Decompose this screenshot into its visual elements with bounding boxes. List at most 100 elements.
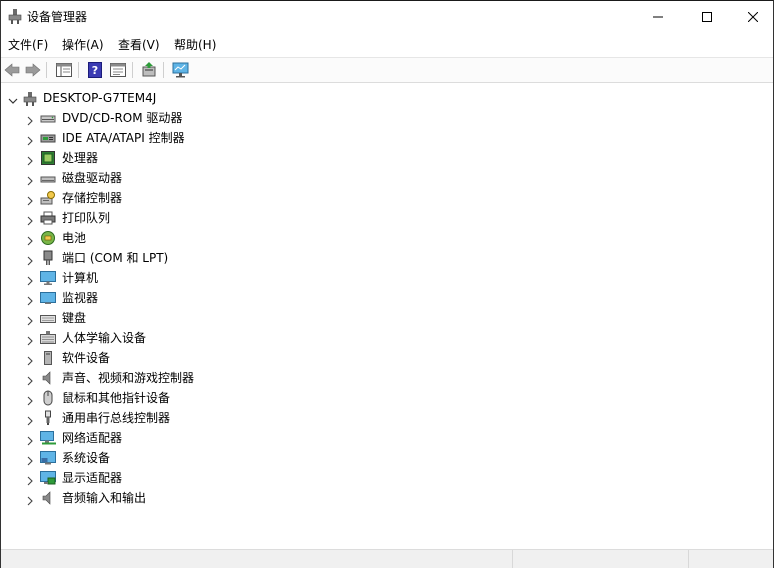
chevron-right-icon[interactable] (25, 172, 35, 186)
computer-root-icon (23, 91, 37, 106)
forward-button[interactable] (24, 61, 42, 79)
show-hide-console-tree-button[interactable] (55, 61, 73, 79)
close-icon (748, 12, 758, 22)
toolbar-separator (132, 62, 133, 78)
maximize-button[interactable] (684, 1, 730, 33)
system-device-icon (40, 450, 56, 466)
processor-icon (40, 150, 56, 166)
tree-node-label: IDE ATA/ATAPI 控制器 (62, 131, 185, 145)
device-tree: DESKTOP-G7TEM4J DVD/CD-ROM 驱动器 IDE ATA/A… (1, 83, 773, 548)
software-device-icon (40, 350, 56, 366)
menu-bar: 文件(F) 操作(A) 查看(V) 帮助(H) (1, 34, 773, 56)
chevron-right-icon[interactable] (25, 292, 35, 306)
chevron-right-icon[interactable] (25, 472, 35, 486)
scan-hardware-icon (172, 62, 189, 78)
menu-file[interactable]: 文件(F) (8, 37, 48, 53)
tree-node-hid[interactable]: 人体学输入设备 (1, 328, 401, 348)
tree-node-label: 监视器 (62, 291, 99, 305)
chevron-right-icon[interactable] (25, 412, 35, 426)
chevron-down-icon[interactable] (7, 92, 19, 104)
tree-node-storage[interactable]: 存储控制器 (1, 188, 401, 208)
tree-node-label: 系统设备 (62, 451, 111, 465)
tree-node-label: 人体学输入设备 (62, 331, 147, 345)
minimize-button[interactable] (635, 1, 681, 33)
forward-icon (25, 63, 41, 77)
svg-text:?: ? (92, 64, 98, 77)
chevron-right-icon[interactable] (25, 272, 35, 286)
tree-node-battery[interactable]: 电池 (1, 228, 401, 248)
tree-node-label: 鼠标和其他指针设备 (62, 391, 171, 405)
device-manager-icon (8, 9, 22, 25)
help-button[interactable]: ? (86, 61, 104, 79)
port-icon (40, 250, 56, 266)
update-driver-button[interactable] (140, 61, 158, 79)
tree-node-label: 音频输入和输出 (62, 491, 147, 505)
tree-node-processor[interactable]: 处理器 (1, 148, 401, 168)
tree-root[interactable]: DESKTOP-G7TEM4J (1, 88, 301, 108)
tree-node-monitor[interactable]: 监视器 (1, 288, 401, 308)
menu-action[interactable]: 操作(A) (62, 37, 104, 53)
maximize-icon (702, 12, 712, 22)
scan-hardware-button[interactable] (172, 61, 190, 79)
tree-node-label: 键盘 (62, 311, 87, 325)
chevron-right-icon[interactable] (25, 392, 35, 406)
tree-node-usb[interactable]: 通用串行总线控制器 (1, 408, 401, 428)
chevron-right-icon[interactable] (25, 492, 35, 506)
back-button[interactable] (3, 61, 21, 79)
audio-io-icon (40, 490, 56, 506)
chevron-right-icon[interactable] (25, 432, 35, 446)
chevron-right-icon[interactable] (25, 132, 35, 146)
tree-node-computer[interactable]: 计算机 (1, 268, 401, 288)
tree-node-label: 存储控制器 (62, 191, 123, 205)
toolbar-separator (46, 62, 47, 78)
properties-pane-icon (110, 63, 126, 77)
toolbar-separator (163, 62, 164, 78)
ide-controller-icon (40, 130, 56, 146)
chevron-right-icon[interactable] (25, 452, 35, 466)
tree-node-label: 处理器 (62, 151, 99, 165)
tree-node-printer[interactable]: 打印队列 (1, 208, 401, 228)
tree-node-dvd[interactable]: DVD/CD-ROM 驱动器 (1, 108, 401, 128)
close-button[interactable] (730, 1, 774, 33)
chevron-right-icon[interactable] (25, 372, 35, 386)
chevron-right-icon[interactable] (25, 252, 35, 266)
hid-icon (40, 330, 56, 346)
menu-view[interactable]: 查看(V) (118, 37, 160, 53)
tree-node-sound[interactable]: 声音、视频和游戏控制器 (1, 368, 401, 388)
chevron-right-icon[interactable] (25, 112, 35, 126)
tree-node-label: 软件设备 (62, 351, 111, 365)
display-adapter-icon (40, 470, 56, 486)
tree-node-ide[interactable]: IDE ATA/ATAPI 控制器 (1, 128, 401, 148)
tree-node-display[interactable]: 显示适配器 (1, 468, 401, 488)
properties-pane-button[interactable] (109, 61, 127, 79)
computer-name: DESKTOP-G7TEM4J (43, 91, 157, 105)
tree-node-software[interactable]: 软件设备 (1, 348, 401, 368)
tree-node-mouse[interactable]: 鼠标和其他指针设备 (1, 388, 401, 408)
tree-node-network[interactable]: 网络适配器 (1, 428, 401, 448)
chevron-right-icon[interactable] (25, 312, 35, 326)
tree-node-disk[interactable]: 磁盘驱动器 (1, 168, 401, 188)
title-bar[interactable]: 设备管理器 (1, 1, 773, 33)
chevron-right-icon[interactable] (25, 332, 35, 346)
mouse-icon (40, 390, 56, 406)
chevron-right-icon[interactable] (25, 152, 35, 166)
tree-node-label: 磁盘驱动器 (62, 171, 123, 185)
tree-node-system[interactable]: 系统设备 (1, 448, 401, 468)
tree-node-label: 打印队列 (62, 211, 111, 225)
tree-node-label: 网络适配器 (62, 431, 123, 445)
status-segment (513, 550, 689, 568)
chevron-right-icon[interactable] (25, 232, 35, 246)
tree-node-label: 端口 (COM 和 LPT) (62, 251, 169, 265)
chevron-right-icon[interactable] (25, 352, 35, 366)
menu-help[interactable]: 帮助(H) (174, 37, 216, 53)
chevron-right-icon[interactable] (25, 212, 35, 226)
tree-node-label: 声音、视频和游戏控制器 (62, 371, 195, 385)
tree-node-label: 通用串行总线控制器 (62, 411, 171, 425)
disk-drive-icon (40, 170, 56, 186)
tree-node-keyboard[interactable]: 键盘 (1, 308, 401, 328)
tree-node-ports[interactable]: 端口 (COM 和 LPT) (1, 248, 401, 268)
tree-node-audio-io[interactable]: 音频输入和输出 (1, 488, 401, 508)
chevron-right-icon[interactable] (25, 192, 35, 206)
status-segment (1, 550, 513, 568)
help-icon: ? (88, 62, 102, 78)
